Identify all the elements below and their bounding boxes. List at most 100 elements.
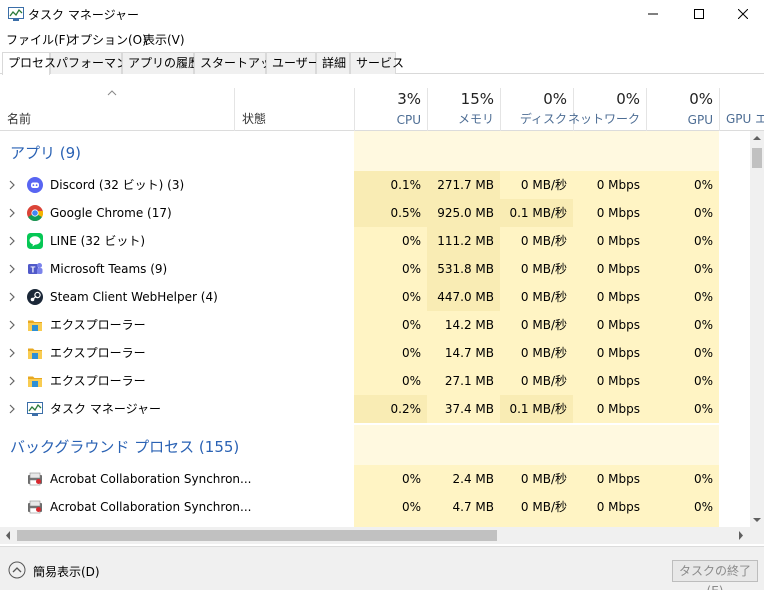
table-row[interactable]: Steam Client WebHelper (4) 0% 447.0 MB 0 MB…: [0, 283, 750, 311]
process-name: Acrobat Collaboration Synchron...: [50, 500, 252, 514]
disk-cell: 0 MB/秒: [500, 227, 573, 255]
close-button[interactable]: [720, 0, 764, 28]
table-row[interactable]: タスク マネージャー 0.2% 37.4 MB 0.1 MB/秒 0 Mbps 0%: [0, 395, 750, 423]
process-name: エクスプローラー: [50, 318, 146, 332]
gpu-cell: 0%: [646, 255, 719, 283]
menu-bar: ファイル(F) オプション(O) 表示(V): [0, 28, 764, 50]
menu-file[interactable]: ファイル(F): [6, 31, 70, 48]
chevron-right-icon[interactable]: [8, 236, 16, 246]
scroll-left-icon[interactable]: [5, 531, 11, 540]
less-details-link[interactable]: 簡易表示(D): [33, 563, 100, 580]
column-gpu[interactable]: 0% GPU: [646, 88, 719, 131]
memory-cell: 37.4 MB: [427, 395, 500, 423]
column-memory[interactable]: 15% メモリ: [427, 88, 500, 131]
network-cell: 0 Mbps: [573, 395, 646, 423]
network-cell: 0 Mbps: [573, 199, 646, 227]
column-network[interactable]: 0% ネットワーク: [568, 88, 646, 131]
title-bar[interactable]: タスク マネージャー: [0, 0, 764, 28]
chevron-right-icon[interactable]: [8, 376, 16, 386]
table-row[interactable]: エクスプローラー 0% 14.2 MB 0 MB/秒 0 Mbps 0%: [0, 311, 750, 339]
teams-icon: T: [28, 263, 43, 274]
gpu-cell: 0%: [646, 493, 719, 521]
process-name: Steam Client WebHelper (4): [50, 290, 218, 304]
collapse-chevron-icon[interactable]: [8, 561, 26, 579]
chevron-right-icon[interactable]: [8, 264, 16, 274]
disk-cell: 0.1 MB/秒: [500, 199, 573, 227]
horizontal-scrollbar[interactable]: [0, 527, 750, 544]
tab-startup[interactable]: スタートアップ: [194, 52, 284, 74]
table-row[interactable]: Acrobat Collaboration Synchron... 0% 4.7 M…: [0, 493, 750, 521]
sort-up-icon: [107, 90, 117, 96]
close-icon: [738, 9, 748, 19]
disk-cell: 0 MB/秒: [500, 311, 573, 339]
tab-users[interactable]: ユーザー: [266, 52, 320, 74]
cpu-cell: 0.1%: [354, 171, 427, 199]
network-cell: 0 Mbps: [573, 255, 646, 283]
cpu-cell: 0%: [354, 367, 427, 395]
chevron-right-icon[interactable]: [8, 320, 16, 330]
discord-icon: [27, 177, 43, 193]
vertical-scroll-thumb[interactable]: [752, 148, 762, 168]
tab-details[interactable]: 詳細: [316, 52, 350, 74]
table-row[interactable]: エクスプローラー 0% 27.1 MB 0 MB/秒 0 Mbps 0%: [0, 367, 750, 395]
tab-processes[interactable]: プロセス: [2, 52, 56, 75]
table-row[interactable]: T Microsoft Teams (9) 0% 531.8 MB 0 MB/秒 0 Mb…: [0, 255, 750, 283]
cpu-cell: 0.2%: [354, 395, 427, 423]
group-apps[interactable]: アプリ (9): [0, 131, 750, 171]
memory-cell: 27.1 MB: [427, 367, 500, 395]
cpu-cell: 0.5%: [354, 199, 427, 227]
chevron-right-icon[interactable]: [8, 404, 16, 414]
group-background[interactable]: バックグラウンド プロセス (155): [0, 425, 750, 465]
gpu-cell: 0%: [646, 199, 719, 227]
maximize-button[interactable]: [676, 0, 722, 28]
maximize-icon: [694, 9, 704, 19]
task-manager-icon: [8, 7, 24, 21]
column-name[interactable]: 名前: [0, 88, 234, 131]
table-row[interactable]: エクスプローラー 0% 14.7 MB 0 MB/秒 0 Mbps 0%: [0, 339, 750, 367]
column-disk[interactable]: 0% ディスク: [500, 88, 573, 131]
chevron-right-icon[interactable]: [8, 180, 16, 190]
chevron-right-icon[interactable]: [8, 348, 16, 358]
end-task-button[interactable]: タスクの終了(E): [672, 560, 758, 590]
table-row[interactable]: Google Chrome (17) 0.5% 925.0 MB 0.1 MB/秒 0 …: [0, 199, 750, 227]
cpu-cell: 0%: [354, 311, 427, 339]
scroll-up-icon[interactable]: [753, 135, 761, 141]
process-name: タスク マネージャー: [50, 402, 161, 416]
chevron-right-icon[interactable]: [8, 292, 16, 302]
process-name: エクスプローラー: [50, 346, 146, 360]
task-manager-icon: [27, 402, 43, 416]
gpu-cell: 0%: [646, 227, 719, 255]
menu-options[interactable]: オプション(O): [68, 31, 147, 48]
tab-app-history[interactable]: アプリの履歴: [122, 52, 200, 74]
column-cpu[interactable]: 3% CPU: [354, 88, 427, 131]
scroll-right-icon[interactable]: [738, 531, 744, 540]
tab-services[interactable]: サービス: [350, 52, 404, 74]
memory-cell: 14.7 MB: [427, 339, 500, 367]
table-row[interactable]: Acrobat Collaboration Synchron... 0% 2.4 M…: [0, 465, 750, 493]
column-status[interactable]: 状態: [234, 88, 354, 131]
steam-icon: [27, 289, 43, 305]
network-cell: 0 Mbps: [573, 311, 646, 339]
svg-text:T: T: [31, 265, 36, 274]
group-title: アプリ (9): [10, 144, 82, 162]
network-cell: 0 Mbps: [573, 493, 646, 521]
acrobat-icon: [28, 472, 42, 486]
menu-view[interactable]: 表示(V): [143, 31, 185, 48]
vertical-scrollbar[interactable]: [750, 131, 764, 527]
group-title: バックグラウンド プロセス (155): [10, 438, 240, 456]
minimize-icon: [648, 13, 658, 15]
table-row[interactable]: Discord (32 ビット) (3) 0.1% 271.7 MB 0 MB/秒 0 …: [0, 171, 750, 199]
horizontal-scroll-thumb[interactable]: [17, 530, 497, 541]
process-name: Acrobat Collaboration Synchron...: [50, 472, 252, 486]
network-cell: 0 Mbps: [573, 367, 646, 395]
column-gpu-engine[interactable]: GPU エン: [719, 88, 764, 131]
minimize-button[interactable]: [630, 0, 676, 28]
tab-bar: プロセス パフォーマンス アプリの履歴 スタートアップ ユーザー 詳細 サービス: [0, 52, 764, 75]
scroll-down-icon[interactable]: [753, 517, 761, 523]
disk-cell: 0 MB/秒: [500, 465, 573, 493]
gpu-cell: 0%: [646, 283, 719, 311]
chevron-right-icon[interactable]: [8, 208, 16, 218]
table-row[interactable]: LINE (32 ビット) 0% 111.2 MB 0 MB/秒 0 Mbps 0%: [0, 227, 750, 255]
tab-performance[interactable]: パフォーマンス: [50, 52, 140, 74]
network-cell: 0 Mbps: [573, 465, 646, 493]
